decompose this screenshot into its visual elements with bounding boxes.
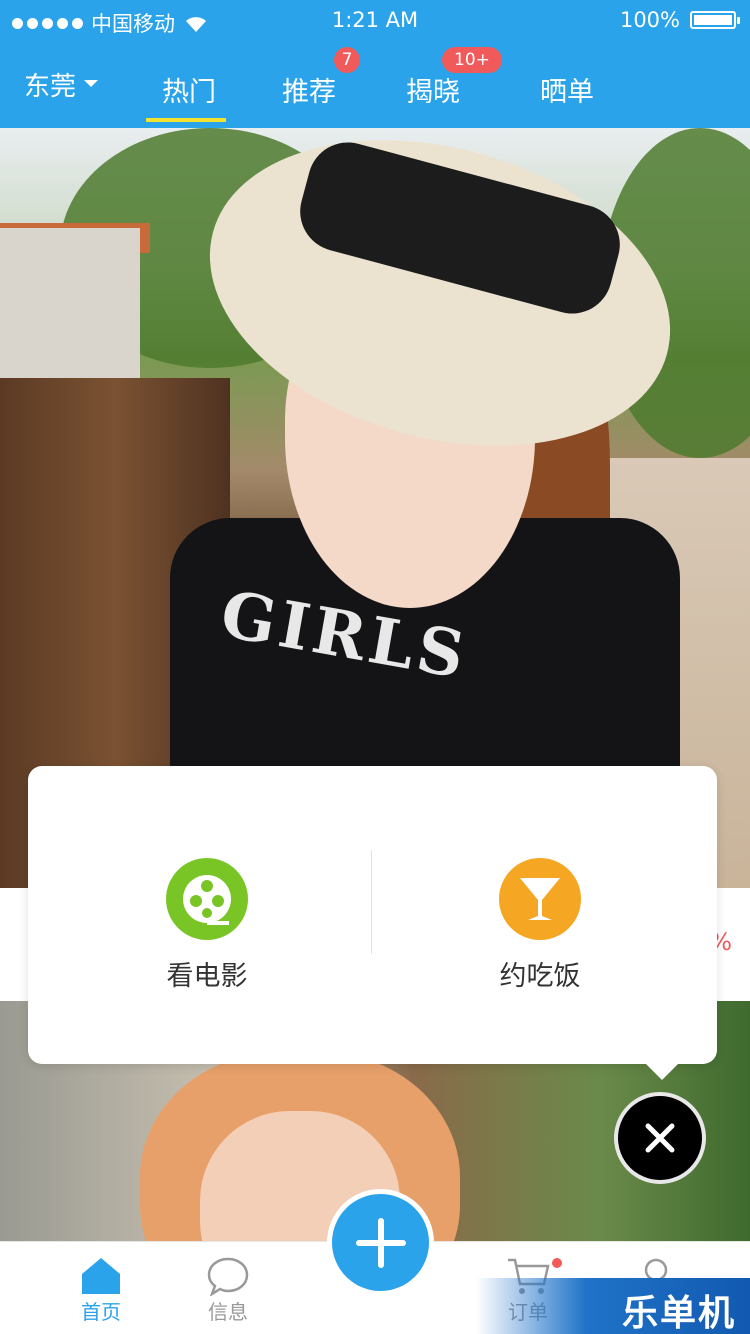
tab-reveal[interactable]: 揭晓 (406, 70, 460, 109)
battery-percent: 100% (619, 8, 680, 32)
tab-showcase[interactable]: 晒单 (540, 70, 594, 109)
popup-divider (371, 850, 372, 954)
option-label: 约吃饭 (499, 961, 581, 992)
watermark-logo: 乐单机 (476, 1278, 750, 1334)
plus-icon (355, 1217, 406, 1268)
active-tab-indicator (146, 118, 226, 122)
cocktail-glass-icon (499, 858, 581, 940)
recommend-badge: 7 (334, 47, 360, 73)
orders-notification-dot (552, 1258, 562, 1268)
city-selector[interactable]: 东莞 (24, 66, 99, 103)
tab-hot[interactable]: 热门 (162, 70, 216, 109)
chevron-down-icon (84, 80, 99, 87)
add-button[interactable] (332, 1194, 429, 1291)
watermark-text: 乐单机 (621, 1293, 736, 1334)
status-bar: 中国移动 1:21 AM 100% (0, 0, 750, 40)
tab-messages[interactable]: 信息 (188, 1250, 268, 1325)
chat-bubble-icon (188, 1250, 268, 1296)
top-header: 中国移动 1:21 AM 100% 东莞 热门 推荐 揭晓 晒单 7 10+ (0, 0, 750, 128)
home-icon (61, 1250, 141, 1296)
close-icon (645, 1123, 675, 1153)
status-right: 100% (619, 8, 740, 32)
popup-pointer (640, 1058, 684, 1080)
option-dinner-date[interactable]: 约吃饭 (460, 858, 620, 993)
tab-recommend[interactable]: 推荐 (282, 70, 336, 109)
photo-building (0, 228, 140, 378)
tab-label: 信息 (208, 1300, 248, 1324)
option-watch-movie[interactable]: 看电影 (127, 858, 287, 993)
action-popup: 看电影 约吃饭 (28, 766, 717, 1080)
city-label: 东莞 (24, 72, 77, 102)
option-label: 看电影 (166, 961, 248, 992)
tab-home[interactable]: 首页 (61, 1250, 141, 1325)
nav-bar: 东莞 热门 推荐 揭晓 晒单 7 10+ (0, 40, 750, 128)
tab-label: 首页 (81, 1300, 121, 1324)
reveal-badge: 10+ (442, 47, 502, 73)
film-reel-icon (166, 858, 248, 940)
close-popup-button[interactable] (614, 1092, 706, 1184)
battery-icon (690, 11, 740, 29)
